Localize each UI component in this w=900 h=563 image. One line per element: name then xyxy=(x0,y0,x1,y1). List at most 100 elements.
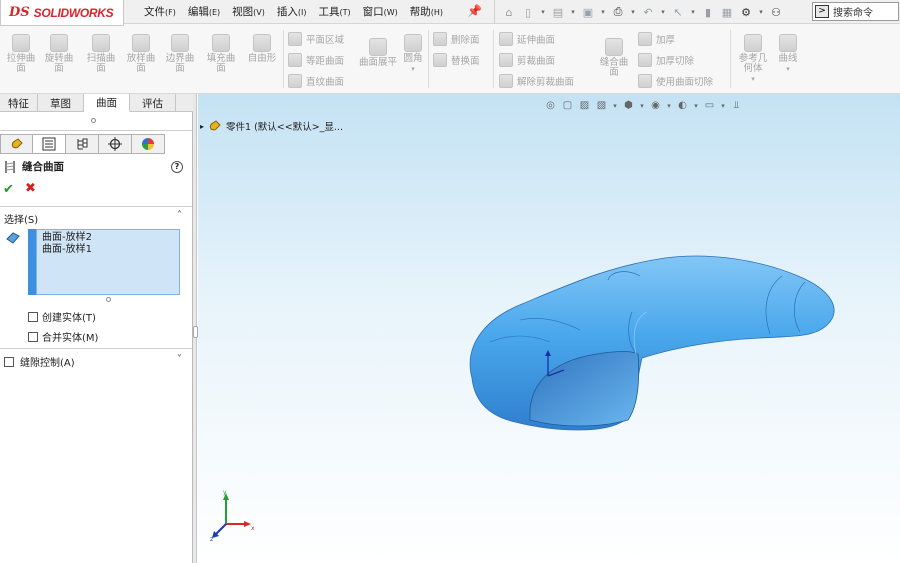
zoom-to-fit-icon[interactable]: ◎ xyxy=(543,98,558,113)
file-properties-icon[interactable]: ▦ xyxy=(719,4,735,20)
save-caret-icon[interactable]: ▾ xyxy=(599,8,607,16)
print-icon[interactable]: ⎙ xyxy=(610,4,626,20)
curves-caret-icon[interactable]: ▾ xyxy=(776,64,800,74)
undo-caret-icon[interactable]: ▾ xyxy=(659,8,667,16)
tab-evaluate[interactable]: 评估 xyxy=(130,94,176,112)
tab-sketch[interactable]: 草图 xyxy=(38,94,84,112)
surface-flatten-button[interactable]: 曲面展平 xyxy=(359,38,397,68)
appearance-caret-icon[interactable]: ▾ xyxy=(692,102,700,110)
tab-features[interactable]: 特征 xyxy=(0,94,38,112)
planar-surface-button[interactable]: 平面区域 xyxy=(288,32,344,46)
view-settings-caret-icon[interactable]: ▾ xyxy=(719,102,727,110)
save-icon[interactable]: ▣ xyxy=(580,4,596,20)
feature-manager-tab[interactable] xyxy=(0,134,33,154)
section-view-icon[interactable]: ▧ xyxy=(594,98,609,113)
extrude-surface-button[interactable]: 拉伸曲面 xyxy=(3,34,39,74)
selection-section-header[interactable]: 选择(S) xyxy=(4,211,38,226)
tab-surfaces[interactable]: 曲面 xyxy=(84,94,130,112)
create-solid-checkbox[interactable] xyxy=(28,311,38,322)
offset-surface-button[interactable]: 等距曲面 xyxy=(288,53,344,67)
selection-list[interactable]: 曲面-放样2 曲面-放样1 xyxy=(36,229,180,295)
chevron-up-icon[interactable]: ˄ xyxy=(177,210,182,221)
panel-splitter[interactable] xyxy=(193,94,198,563)
menu-view[interactable]: 视图(V) xyxy=(226,0,271,25)
help-icon[interactable]: ? xyxy=(171,161,183,173)
configuration-icon xyxy=(77,138,88,150)
merge-entities-option[interactable]: 合并实体(M) xyxy=(28,329,98,344)
display-style-caret-icon[interactable]: ▾ xyxy=(638,102,646,110)
thicken-label: 加厚 xyxy=(656,35,676,46)
open-folder-icon[interactable]: ▤ xyxy=(550,4,566,20)
menu-help[interactable]: 帮助(H) xyxy=(404,0,449,25)
sweep-surface-button[interactable]: 扫描曲面 xyxy=(83,34,119,74)
print-caret-icon[interactable]: ▾ xyxy=(629,8,637,16)
hide-show-caret-icon[interactable]: ▾ xyxy=(665,102,673,110)
menu-edit[interactable]: 编辑(E) xyxy=(182,0,226,25)
loft-surface-button[interactable]: 放样曲面 xyxy=(123,34,159,74)
hide-show-items-icon[interactable]: ◉ xyxy=(648,98,663,113)
fillet-button[interactable]: 圆角 ▾ xyxy=(401,34,425,74)
rebuild-icon[interactable]: ▮ xyxy=(700,4,716,20)
expand-arrow-icon[interactable]: ▸ xyxy=(200,122,204,131)
ruled-surface-button[interactable]: 直纹曲面 xyxy=(288,74,344,88)
cancel-button[interactable]: ✖ xyxy=(25,181,36,196)
zoom-to-area-icon[interactable]: ▢ xyxy=(560,98,575,113)
open-caret-icon[interactable]: ▾ xyxy=(569,8,577,16)
configuration-manager-tab[interactable] xyxy=(66,134,99,154)
list-resize-handle[interactable] xyxy=(106,297,111,302)
monitor-display-icon[interactable]: ▭ xyxy=(702,98,717,113)
display-manager-tab[interactable] xyxy=(132,134,165,154)
boundary-surface-button[interactable]: 边界曲面 xyxy=(162,34,198,74)
triad-view-icon[interactable]: ⫫ xyxy=(729,98,744,113)
menu-window[interactable]: 窗口(W) xyxy=(357,0,404,25)
delete-face-button[interactable]: 删除面 xyxy=(433,32,480,46)
extend-surface-button[interactable]: 延伸曲面 xyxy=(499,32,555,46)
view-orientation-caret-icon[interactable]: ▾ xyxy=(611,102,619,110)
list-item[interactable]: 曲面-放样2 xyxy=(42,232,174,244)
reference-geometry-button[interactable]: 参考几何体 ▾ xyxy=(736,34,770,84)
chevron-down-icon[interactable]: ˅ xyxy=(177,354,182,365)
property-manager-tab[interactable] xyxy=(33,134,66,154)
merge-entities-checkbox[interactable] xyxy=(28,331,38,342)
user-icon[interactable]: ⚇ xyxy=(768,4,784,20)
gap-control-checkbox[interactable] xyxy=(4,356,14,367)
list-item[interactable]: 曲面-放样1 xyxy=(42,244,174,256)
solidworks-logo[interactable]: DS SOLIDWORKS xyxy=(0,0,124,26)
curves-button[interactable]: 曲线 ▾ xyxy=(776,34,800,74)
untrim-surface-button[interactable]: 解除剪裁曲面 xyxy=(499,74,574,88)
dimxpert-manager-tab[interactable] xyxy=(99,134,132,154)
options-caret-icon[interactable]: ▾ xyxy=(757,8,765,16)
fillet-caret-icon[interactable]: ▾ xyxy=(401,64,425,74)
menu-file[interactable]: 文件(F) xyxy=(138,0,182,25)
edit-appearance-icon[interactable]: ◐ xyxy=(675,98,690,113)
select-cursor-icon[interactable]: ↖ xyxy=(670,4,686,20)
revolve-surface-button[interactable]: 旋转曲面 xyxy=(41,34,77,74)
new-document-icon[interactable]: ▯ xyxy=(520,4,536,20)
menu-tools[interactable]: 工具(T) xyxy=(312,0,356,25)
thicken-button[interactable]: 加厚 xyxy=(638,32,675,46)
trim-surface-button[interactable]: 剪裁曲面 xyxy=(499,53,555,67)
thicken-cut-button[interactable]: 加厚切除 xyxy=(638,53,694,67)
panel-resize-handle[interactable] xyxy=(91,118,96,123)
knit-surface-button[interactable]: 缝合曲面 xyxy=(596,38,632,78)
undo-icon[interactable]: ↶ xyxy=(640,4,656,20)
surface-model[interactable] xyxy=(460,250,840,435)
previous-view-icon[interactable]: ▨ xyxy=(577,98,592,113)
menu-insert[interactable]: 插入(I) xyxy=(271,0,313,25)
cut-with-surface-button[interactable]: 使用曲面切除 xyxy=(638,74,713,88)
select-caret-icon[interactable]: ▾ xyxy=(689,8,697,16)
reference-geometry-caret-icon[interactable]: ▾ xyxy=(736,74,770,84)
create-solid-option[interactable]: 创建实体(T) xyxy=(28,309,96,324)
freeform-button[interactable]: 自由形 xyxy=(243,34,281,64)
replace-face-button[interactable]: 替换面 xyxy=(433,53,480,67)
gap-control-section[interactable]: 缝隙控制(A) xyxy=(4,354,75,369)
fill-surface-button[interactable]: 填充曲面 xyxy=(203,34,239,74)
ok-button[interactable]: ✔ xyxy=(3,182,14,197)
new-caret-icon[interactable]: ▾ xyxy=(539,8,547,16)
view-orientation-icon[interactable]: ⬢ xyxy=(621,98,636,113)
search-commands[interactable]: > 搜索命令 xyxy=(812,2,899,21)
home-icon[interactable]: ⌂ xyxy=(501,4,517,20)
gear-icon[interactable]: ⚙ xyxy=(738,4,754,20)
pin-icon[interactable]: 📌 xyxy=(467,4,482,20)
flyout-feature-tree[interactable]: ▸ 零件1 (默认<<默认>_显... xyxy=(200,119,343,133)
